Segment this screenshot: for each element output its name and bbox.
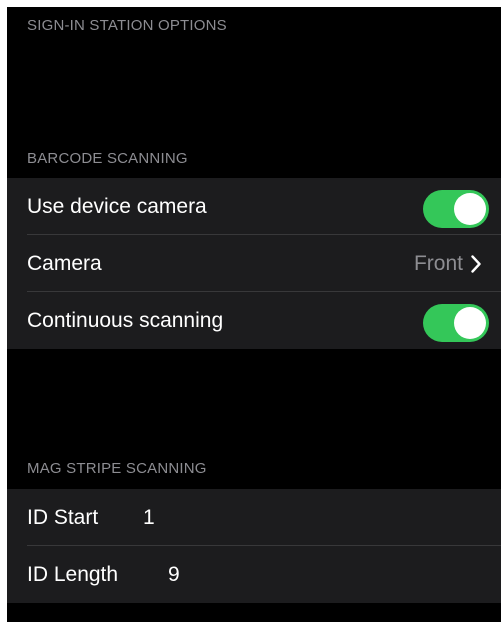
camera-detail: Front	[414, 252, 481, 276]
use-device-camera-label: Use device camera	[27, 194, 207, 218]
camera-value: Front	[413, 251, 463, 275]
continuous-scanning-label: Continuous scanning	[27, 308, 224, 332]
chevron-right-icon	[471, 254, 481, 273]
id-length-input[interactable]: 9	[168, 563, 180, 587]
toggle-knob	[454, 307, 486, 339]
barcode-scanning-group: Use device camera Camera Front Continuou…	[7, 178, 501, 349]
id-start-label: ID Start	[27, 505, 99, 529]
section-header-mag-stripe-scanning: MAG STRIPE SCANNING	[27, 460, 207, 477]
continuous-scanning-row[interactable]: Continuous scanning	[7, 292, 501, 349]
id-start-row[interactable]: ID Start 1	[7, 489, 501, 546]
section-header-barcode-scanning: BARCODE SCANNING	[27, 150, 188, 167]
id-start-input[interactable]: 1	[143, 506, 155, 530]
camera-label: Camera	[27, 251, 102, 275]
use-device-camera-toggle[interactable]	[423, 190, 489, 228]
use-device-camera-row[interactable]: Use device camera	[7, 178, 501, 235]
continuous-scanning-toggle[interactable]	[423, 304, 489, 342]
toggle-knob	[454, 193, 486, 225]
camera-row[interactable]: Camera Front	[7, 235, 501, 292]
id-length-row[interactable]: ID Length 9	[7, 546, 501, 603]
settings-screen: SIGN-IN STATION OPTIONS BARCODE SCANNING…	[7, 7, 501, 622]
id-length-label: ID Length	[27, 562, 119, 586]
page-title: SIGN-IN STATION OPTIONS	[27, 17, 227, 34]
mag-stripe-scanning-group: ID Start 1 ID Length 9	[7, 489, 501, 603]
